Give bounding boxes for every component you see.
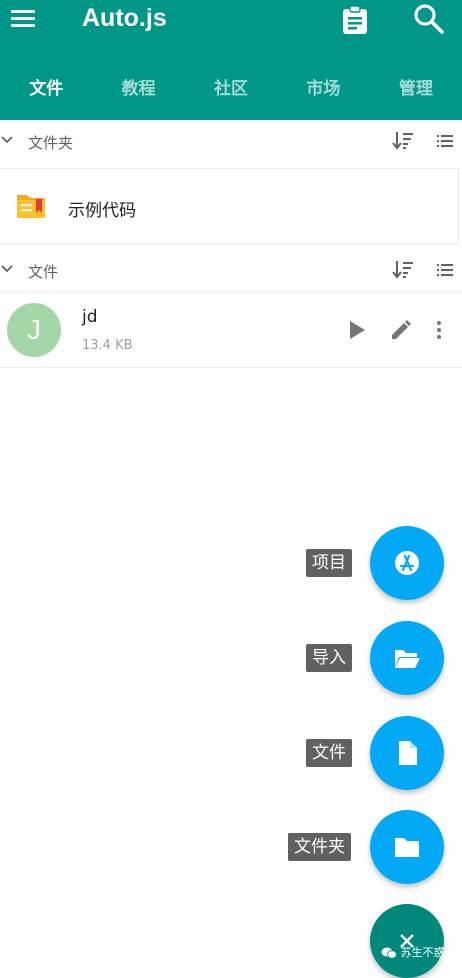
more-vert-icon[interactable] — [430, 319, 448, 341]
files-section-header: 文件 — [0, 249, 462, 293]
divider — [0, 367, 462, 368]
sort-icon[interactable] — [392, 259, 414, 281]
folders-section-title: 文件夹 — [28, 134, 74, 152]
watermark-text: 苏生不惑 — [400, 946, 445, 959]
file-item[interactable]: J jd 13.4 KB — [0, 293, 462, 367]
clipboard-icon[interactable] — [341, 5, 369, 35]
fab-label-folder[interactable]: 文件夹 — [288, 833, 351, 861]
tab-tutorial[interactable]: 教程 — [92, 60, 184, 120]
fab-import[interactable] — [370, 621, 444, 695]
app-title: Auto.js — [82, 4, 167, 32]
wechat-icon — [381, 947, 397, 959]
fab-new-folder[interactable] — [370, 810, 444, 884]
play-icon[interactable] — [346, 319, 368, 341]
app-bar: Auto.js 文件 教程 社区 市场 管理 — [0, 0, 462, 120]
tab-community[interactable]: 社区 — [185, 60, 277, 120]
tab-bar: 文件 教程 社区 市场 管理 — [0, 60, 462, 120]
app-store-icon — [395, 551, 419, 575]
list-view-icon[interactable] — [436, 132, 454, 150]
fab-main-close[interactable] — [370, 904, 444, 978]
watermark: 苏生不惑 — [381, 944, 445, 960]
edit-icon[interactable] — [390, 319, 412, 341]
folder-name: 示例代码 — [68, 201, 136, 221]
avatar: J — [7, 303, 61, 357]
sort-icon[interactable] — [392, 130, 414, 152]
file-size: 13.4 KB — [82, 338, 133, 353]
tab-manage[interactable]: 管理 — [370, 60, 462, 120]
folder-item[interactable]: 示例代码 — [0, 168, 459, 244]
file-name: jd — [82, 307, 98, 327]
chevron-down-icon[interactable] — [0, 262, 14, 276]
tab-market[interactable]: 市场 — [277, 60, 369, 120]
files-section-title: 文件 — [28, 263, 59, 281]
fab-label-import[interactable]: 导入 — [306, 644, 352, 672]
fab-label-file[interactable]: 文件 — [306, 739, 352, 767]
fab-label-project[interactable]: 项目 — [306, 549, 352, 577]
tab-files[interactable]: 文件 — [0, 60, 92, 120]
fab-new-file[interactable] — [370, 716, 444, 790]
folder-open-icon — [395, 650, 420, 668]
folder-icon — [395, 838, 419, 857]
search-icon[interactable] — [412, 2, 446, 36]
file-icon — [399, 741, 417, 765]
list-view-icon[interactable] — [436, 261, 454, 279]
fab-new-project[interactable] — [370, 526, 444, 600]
folder-icon — [17, 195, 45, 218]
chevron-down-icon[interactable] — [0, 133, 14, 147]
menu-icon[interactable] — [11, 6, 37, 32]
folders-section-header: 文件夹 — [0, 120, 462, 164]
